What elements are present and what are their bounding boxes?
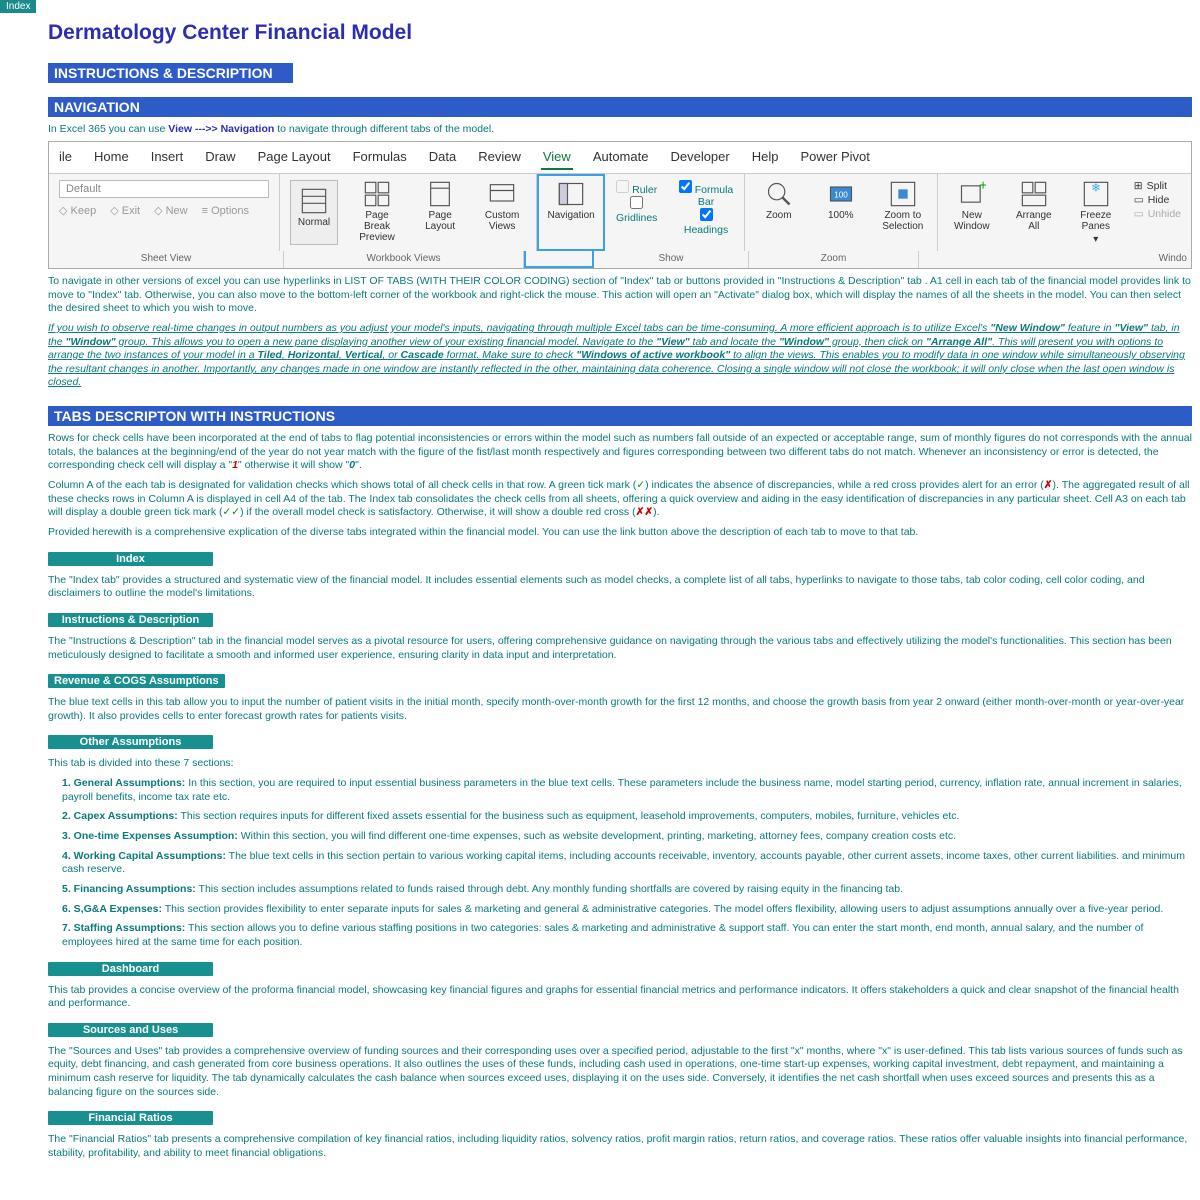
zoom-button[interactable]: Zoom xyxy=(755,180,803,245)
view-pagelayout[interactable]: Page Layout xyxy=(416,180,464,245)
sheetview-dropdown[interactable]: Default xyxy=(59,180,269,198)
instructions-header: INSTRUCTIONS & DESCRIPTION xyxy=(48,63,293,83)
zoom-100[interactable]: 100100% xyxy=(817,180,865,245)
link-financial-ratios[interactable]: Financial Ratios xyxy=(48,1111,213,1125)
desc-sources-uses: The "Sources and Uses" tab provides a co… xyxy=(48,1045,1192,1100)
nav-para-1: To navigate in other versions of excel y… xyxy=(48,275,1192,316)
show-headings[interactable]: Headings xyxy=(678,208,733,236)
ribbon-tab-pagelayout[interactable]: Page Layout xyxy=(256,145,333,170)
desc-dashboard: This tab provides a concise overview of … xyxy=(48,984,1192,1011)
group-label-show: Show xyxy=(594,251,749,268)
window-unhide[interactable]: ▭ Unhide xyxy=(1134,208,1181,220)
other-list: 1. General Assumptions: In this section,… xyxy=(62,777,1192,949)
ribbon-tabs: ile Home Insert Draw Page Layout Formula… xyxy=(49,142,1191,174)
ribbon-group-navigation: Navigation xyxy=(537,174,605,251)
link-dashboard[interactable]: Dashboard xyxy=(48,962,213,976)
ribbon-tab-help[interactable]: Help xyxy=(750,145,781,170)
arrange-all[interactable]: Arrange All xyxy=(1010,180,1058,245)
ribbon-tab-review[interactable]: Review xyxy=(476,145,523,170)
td-para-3: Provided herewith is a comprehensive exp… xyxy=(48,526,1192,540)
ribbon-tab-home[interactable]: Home xyxy=(92,145,131,170)
link-other[interactable]: Other Assumptions xyxy=(48,735,213,749)
ribbon-tab-powerpivot[interactable]: Power Pivot xyxy=(798,145,871,170)
view-normal[interactable]: Normal xyxy=(290,180,338,245)
desc-financial-ratios: The "Financial Ratios" tab presents a co… xyxy=(48,1133,1192,1160)
link-sources-uses[interactable]: Sources and Uses xyxy=(48,1023,213,1037)
show-formulabar[interactable]: Formula Bar xyxy=(678,180,733,208)
svg-text:100: 100 xyxy=(834,191,848,200)
ribbon-group-sheetview: Default ◇ Keep ◇ Exit ◇ New ≡ Options xyxy=(49,174,280,251)
ribbon-tab-automate[interactable]: Automate xyxy=(591,145,651,170)
freeze-panes[interactable]: ❄Freeze Panes ▾ xyxy=(1072,180,1120,245)
ribbon-tab-draw[interactable]: Draw xyxy=(203,145,237,170)
group-label-workbookviews: Workbook Views xyxy=(284,251,524,268)
ribbon-group-window: +New Window Arrange All ❄Freeze Panes ▾ … xyxy=(938,174,1191,251)
nav-intro-line: In Excel 365 you can use View --->> Navi… xyxy=(48,123,1192,135)
show-gridlines[interactable]: Gridlines xyxy=(615,196,658,224)
desc-instructions: The "Instructions & Description" tab in … xyxy=(48,635,1192,662)
ribbon-group-show: Ruler Gridlines Formula Bar Headings xyxy=(605,174,745,251)
sheetview-new[interactable]: ◇ New xyxy=(154,204,188,217)
group-label-window: Windo xyxy=(919,251,1191,268)
link-revenue[interactable]: Revenue & COGS Assumptions xyxy=(48,674,225,688)
ribbon-tab-insert[interactable]: Insert xyxy=(149,145,186,170)
view-navigation[interactable]: Navigation xyxy=(547,180,595,221)
td-para-2: Column A of the each tab is designated f… xyxy=(48,479,1192,520)
view-custom[interactable]: Custom Views xyxy=(478,180,526,245)
group-label-sheetview: Sheet View xyxy=(49,251,284,268)
zoom-to-selection[interactable]: Zoom to Selection xyxy=(879,180,927,245)
ribbon-tab-data[interactable]: Data xyxy=(427,145,458,170)
ribbon-tab-file[interactable]: ile xyxy=(57,145,74,170)
link-index[interactable]: Index xyxy=(48,552,213,566)
ribbon-tab-view[interactable]: View xyxy=(541,145,573,170)
tabs-desc-header: TABS DESCRIPTON WITH INSTRUCTIONS xyxy=(48,406,1192,426)
ribbon-group-zoom: Zoom 100100% Zoom to Selection xyxy=(745,174,938,251)
desc-index: The "Index tab" provides a structured an… xyxy=(48,574,1192,601)
ribbon-tab-formulas[interactable]: Formulas xyxy=(351,145,409,170)
sheetview-keep[interactable]: ◇ Keep xyxy=(59,204,96,217)
svg-text:❄: ❄ xyxy=(1091,182,1101,195)
link-instructions[interactable]: Instructions & Description xyxy=(48,613,213,627)
group-label-zoom: Zoom xyxy=(749,251,919,268)
group-label-nav xyxy=(524,251,594,268)
svg-text:+: + xyxy=(979,180,986,192)
desc-revenue: The blue text cells in this tab allow yo… xyxy=(48,696,1192,723)
navigation-header: NAVIGATION xyxy=(48,97,1192,117)
show-ruler[interactable]: Ruler xyxy=(615,180,658,196)
content-area: Dermatology Center Financial Model INSTR… xyxy=(0,21,1200,1161)
new-window[interactable]: +New Window xyxy=(948,180,996,245)
nav-para-2: If you wish to observe real-time changes… xyxy=(48,322,1192,390)
view-pagebreak[interactable]: Page Break Preview xyxy=(352,180,402,245)
excel-ribbon: ile Home Insert Draw Page Layout Formula… xyxy=(48,141,1192,269)
ribbon-group-workbookviews: Normal Page Break Preview Page Layout Cu… xyxy=(280,174,537,251)
window-split[interactable]: ⊞ Split xyxy=(1134,180,1167,192)
ribbon-tab-developer[interactable]: Developer xyxy=(668,145,731,170)
main-title: Dermatology Center Financial Model xyxy=(48,21,1192,45)
desc-other-intro: This tab is divided into these 7 section… xyxy=(48,757,1192,771)
window-hide[interactable]: ▭ Hide xyxy=(1134,194,1170,206)
sheet-tab-index[interactable]: Index xyxy=(0,0,36,13)
sheetview-exit[interactable]: ◇ Exit xyxy=(110,204,140,217)
sheetview-options[interactable]: ≡ Options xyxy=(202,205,249,217)
td-para-1: Rows for check cells have been incorpora… xyxy=(48,432,1192,473)
